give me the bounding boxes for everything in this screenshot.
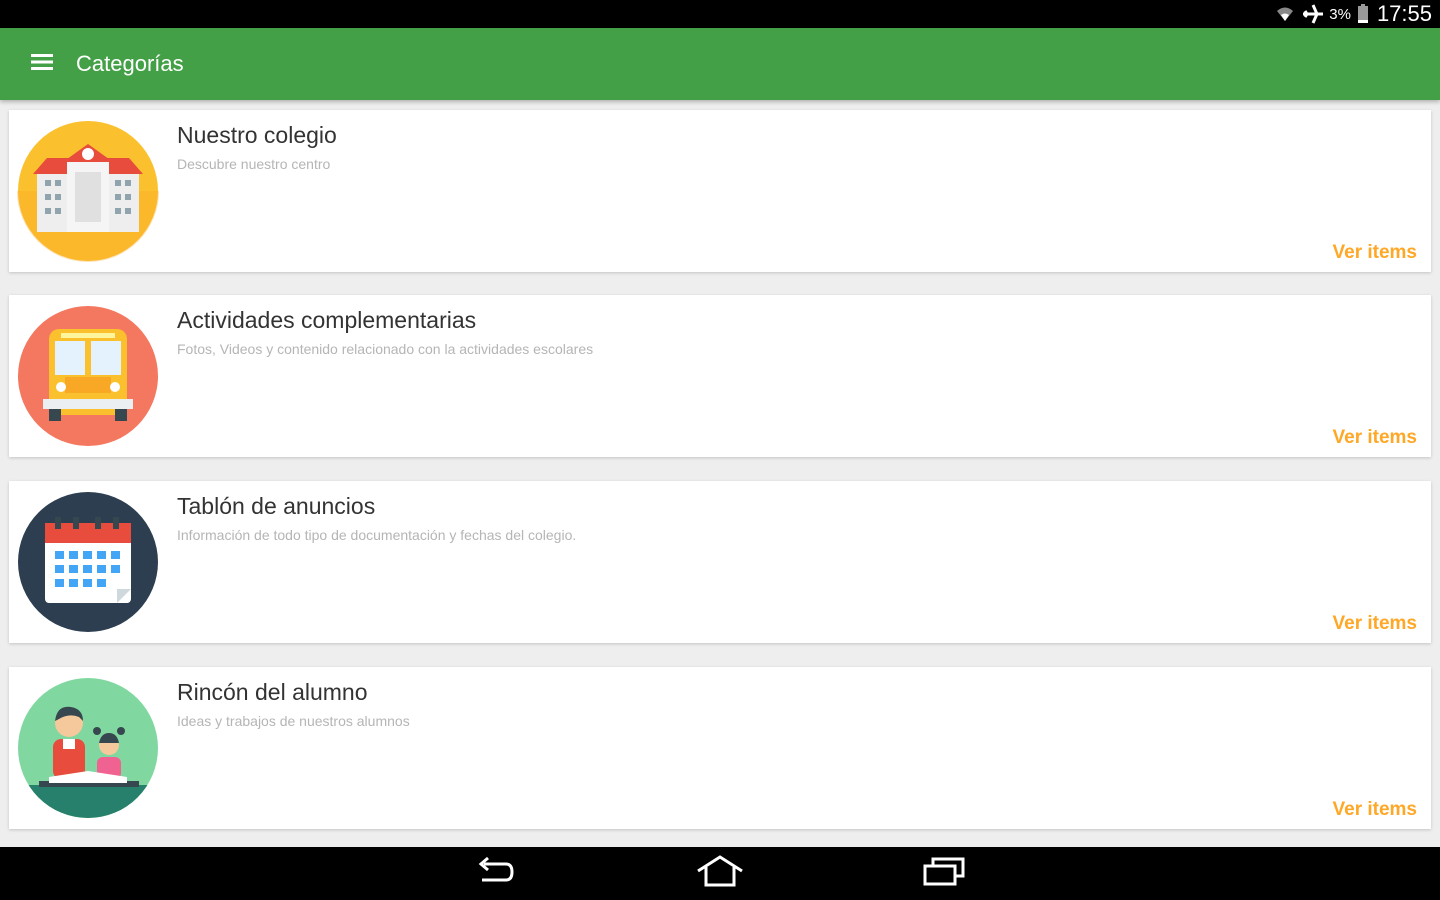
category-description: Información de todo tipo de documentació… xyxy=(177,527,577,543)
category-title: Rincón del alumno xyxy=(177,679,368,705)
wifi-icon xyxy=(1275,4,1295,24)
menu-button[interactable] xyxy=(22,44,62,84)
category-title: Actividades complementarias xyxy=(177,307,477,333)
battery-percent: 3% xyxy=(1329,5,1351,23)
view-items-button[interactable]: Ver items xyxy=(1333,799,1418,821)
view-items-button[interactable]: Ver items xyxy=(1333,613,1418,635)
status-bar: 3% 17:55 xyxy=(0,0,1440,28)
category-title: Tablón de anuncios xyxy=(177,493,376,519)
calendar-icon xyxy=(17,491,159,633)
menu-icon xyxy=(31,53,53,75)
category-title: Nuestro colegio xyxy=(177,122,337,148)
category-card[interactable]: Actividades complementarias Fotos, Video… xyxy=(9,295,1431,457)
category-card[interactable]: Tablón de anuncios Información de todo t… xyxy=(9,481,1431,643)
recents-icon xyxy=(923,856,965,891)
students-icon xyxy=(17,677,159,819)
category-description: Descubre nuestro centro xyxy=(177,156,331,172)
home-icon xyxy=(696,855,744,892)
navigation-bar xyxy=(0,847,1440,900)
category-description: Fotos, Videos y contenido relacionado co… xyxy=(177,341,594,357)
clock: 17:55 xyxy=(1376,1,1432,26)
view-items-button[interactable]: Ver items xyxy=(1333,427,1418,449)
recents-button[interactable] xyxy=(914,852,974,896)
page-title: Categorías xyxy=(76,51,184,76)
category-card[interactable]: Nuestro colegio Descubre nuestro centro … xyxy=(9,110,1431,272)
back-icon xyxy=(476,856,516,891)
category-card[interactable]: Rincón del alumno Ideas y trabajos de nu… xyxy=(9,667,1431,829)
category-description: Ideas y trabajos de nuestros alumnos xyxy=(177,713,410,729)
view-items-button[interactable]: Ver items xyxy=(1333,242,1418,264)
school-building-icon xyxy=(17,120,159,262)
airplane-mode-icon xyxy=(1301,3,1325,25)
back-button[interactable] xyxy=(466,852,526,896)
app-bar: Categorías xyxy=(0,28,1440,100)
home-button[interactable] xyxy=(690,852,750,896)
battery-icon xyxy=(1357,4,1369,24)
school-bus-icon xyxy=(17,305,159,447)
